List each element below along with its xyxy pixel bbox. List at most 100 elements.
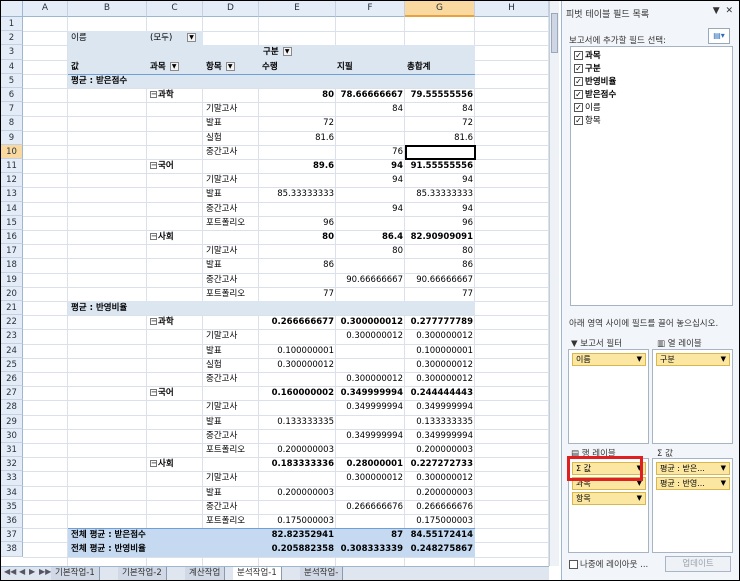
row-header-37[interactable]: 37 — [1, 528, 23, 543]
row-header-6[interactable]: 6 — [1, 88, 23, 103]
row-header-17[interactable]: 17 — [1, 244, 23, 259]
scrollbar-thumb[interactable] — [551, 13, 558, 53]
update-button[interactable]: 업데이트 — [665, 556, 731, 572]
report-filter-area[interactable]: 이름 ▼ — [568, 349, 649, 444]
column-field-header[interactable]: 구분 ▼ — [263, 45, 292, 59]
subject-group[interactable]: −사회 — [150, 230, 174, 244]
row-header-30[interactable]: 30 — [1, 428, 23, 443]
row-header-28[interactable]: 28 — [1, 400, 23, 415]
chevron-down-icon[interactable]: ▼ — [637, 493, 642, 504]
values-area[interactable]: 평균 : 받은... ▼ 평균 : 반영... ▼ — [652, 458, 733, 553]
row-header-15[interactable]: 15 — [1, 215, 23, 230]
sheet-tab-분석작업-1[interactable]: 분석작업-1 — [233, 567, 282, 580]
subject-group[interactable]: −국어 — [150, 159, 174, 173]
next-sheet-icon[interactable]: ▶ — [29, 567, 35, 576]
filter-dropdown-button[interactable]: ▼ — [183, 31, 196, 45]
area-chip[interactable]: 평균 : 반영... ▼ — [656, 477, 730, 490]
first-sheet-icon[interactable]: ◀◀ — [4, 567, 16, 576]
row-header-24[interactable]: 24 — [1, 343, 23, 358]
collapse-minus-icon[interactable]: − — [150, 162, 157, 169]
field-항목[interactable]: ✓ 항목 — [574, 115, 601, 128]
row-header-19[interactable]: 19 — [1, 272, 23, 287]
select-all-corner[interactable] — [1, 1, 23, 17]
subject-group[interactable]: −과학 — [150, 88, 174, 102]
row-header-33[interactable]: 33 — [1, 471, 23, 486]
collapse-minus-icon[interactable]: − — [150, 460, 157, 468]
sheet-tab-분석작업-[interactable]: 분석작업- — [300, 567, 344, 580]
column-header-E[interactable]: E — [259, 1, 336, 17]
chevron-down-icon[interactable]: ▼ — [225, 61, 235, 71]
column-labels-area[interactable]: 구분 ▼ — [652, 349, 733, 444]
field-checkbox[interactable]: ✓ — [574, 116, 583, 125]
field-checkbox[interactable]: ✓ — [574, 103, 583, 112]
column-header-B[interactable]: B — [68, 1, 147, 17]
row-header-34[interactable]: 34 — [1, 485, 23, 500]
field-과목[interactable]: ✓ 과목 — [574, 50, 601, 63]
field-checkbox[interactable]: ✓ — [574, 77, 583, 86]
area-chip[interactable]: 항목 ▼ — [572, 492, 646, 505]
column-header-H[interactable]: H — [475, 1, 549, 17]
row-header-8[interactable]: 8 — [1, 116, 23, 131]
row-header-29[interactable]: 29 — [1, 414, 23, 429]
chevron-down-icon[interactable]: ▼ — [721, 478, 726, 489]
row-header-14[interactable]: 14 — [1, 201, 23, 216]
filter-value[interactable]: (모두) — [150, 31, 172, 45]
area-chip[interactable]: 구분 ▼ — [656, 353, 730, 366]
subject-group[interactable]: −국어 — [150, 386, 174, 400]
row-header-20[interactable]: 20 — [1, 286, 23, 301]
row-header-26[interactable]: 26 — [1, 372, 23, 387]
column-header-D[interactable]: D — [203, 1, 259, 17]
row-header-18[interactable]: 18 — [1, 258, 23, 273]
chevron-down-icon[interactable]: ▼ — [713, 6, 720, 16]
collapse-minus-icon[interactable]: − — [150, 318, 157, 326]
spreadsheet-grid[interactable]: ABCDEFGH 1 2 3 4 5 6 7 8 9 10 11 12 13 14 15 16 17 18 19 20… — [1, 1, 549, 566]
row-header-4[interactable]: 4 — [1, 59, 23, 74]
chevron-down-icon[interactable]: ▼ — [721, 463, 726, 474]
row-header-11[interactable]: 11 — [1, 159, 23, 174]
row-header-27[interactable]: 27 — [1, 386, 23, 401]
column-header-A[interactable]: A — [23, 1, 68, 17]
row-header-12[interactable]: 12 — [1, 173, 23, 188]
defer-checkbox[interactable] — [569, 560, 578, 569]
row-header-23[interactable]: 23 — [1, 329, 23, 344]
field-반영비율[interactable]: ✓ 반영비율 — [574, 76, 616, 89]
chevron-down-icon[interactable]: ▼ — [282, 47, 292, 57]
row-header-7[interactable]: 7 — [1, 102, 23, 117]
subject-group[interactable]: −사회 — [150, 457, 174, 471]
field-받은점수[interactable]: ✓ 받은점수 — [574, 89, 616, 102]
collapse-minus-icon[interactable]: − — [150, 233, 157, 240]
chevron-down-icon[interactable]: ▼ — [169, 61, 179, 71]
row-header-3[interactable]: 3 — [1, 45, 23, 60]
defer-layout-row[interactable]: 나중에 레이아웃 ... — [569, 558, 648, 570]
column-header-C[interactable]: C — [147, 1, 203, 17]
collapse-minus-icon[interactable]: − — [150, 91, 157, 98]
field-checkbox[interactable]: ✓ — [574, 90, 583, 99]
row-header-1[interactable]: 1 — [1, 17, 23, 32]
subject-group[interactable]: −과학 — [150, 315, 174, 329]
subject-field-header[interactable]: 과목 ▼ — [150, 60, 179, 74]
last-sheet-icon[interactable]: ▶▶ — [39, 567, 51, 576]
chevron-down-icon[interactable]: ▼ — [187, 33, 196, 43]
row-header-16[interactable]: 16 — [1, 230, 23, 245]
row-header-32[interactable]: 32 — [1, 457, 23, 472]
row-header-22[interactable]: 22 — [1, 315, 23, 330]
row-header-36[interactable]: 36 — [1, 514, 23, 529]
chevron-down-icon[interactable]: ▼ — [637, 354, 642, 365]
row-header-35[interactable]: 35 — [1, 499, 23, 514]
field-이름[interactable]: ✓ 이름 — [574, 102, 601, 115]
row-header-9[interactable]: 9 — [1, 130, 23, 145]
row-header-38[interactable]: 38 — [1, 542, 23, 557]
row-header-10[interactable]: 10 — [1, 144, 23, 159]
field-checkbox[interactable]: ✓ — [574, 51, 583, 60]
field-checkbox[interactable]: ✓ — [574, 64, 583, 73]
sheet-tab-계산작업[interactable]: 계산작업 — [185, 567, 226, 580]
row-header-13[interactable]: 13 — [1, 187, 23, 202]
close-icon[interactable]: ✕ — [725, 6, 733, 16]
item-field-header[interactable]: 항목 ▼ — [206, 60, 235, 74]
vertical-scrollbar[interactable] — [549, 1, 559, 566]
area-chip[interactable]: 이름 ▼ — [572, 353, 646, 366]
column-header-F[interactable]: F — [336, 1, 405, 17]
chevron-down-icon[interactable]: ▼ — [721, 354, 726, 365]
row-header-31[interactable]: 31 — [1, 443, 23, 458]
row-header-21[interactable]: 21 — [1, 301, 23, 316]
